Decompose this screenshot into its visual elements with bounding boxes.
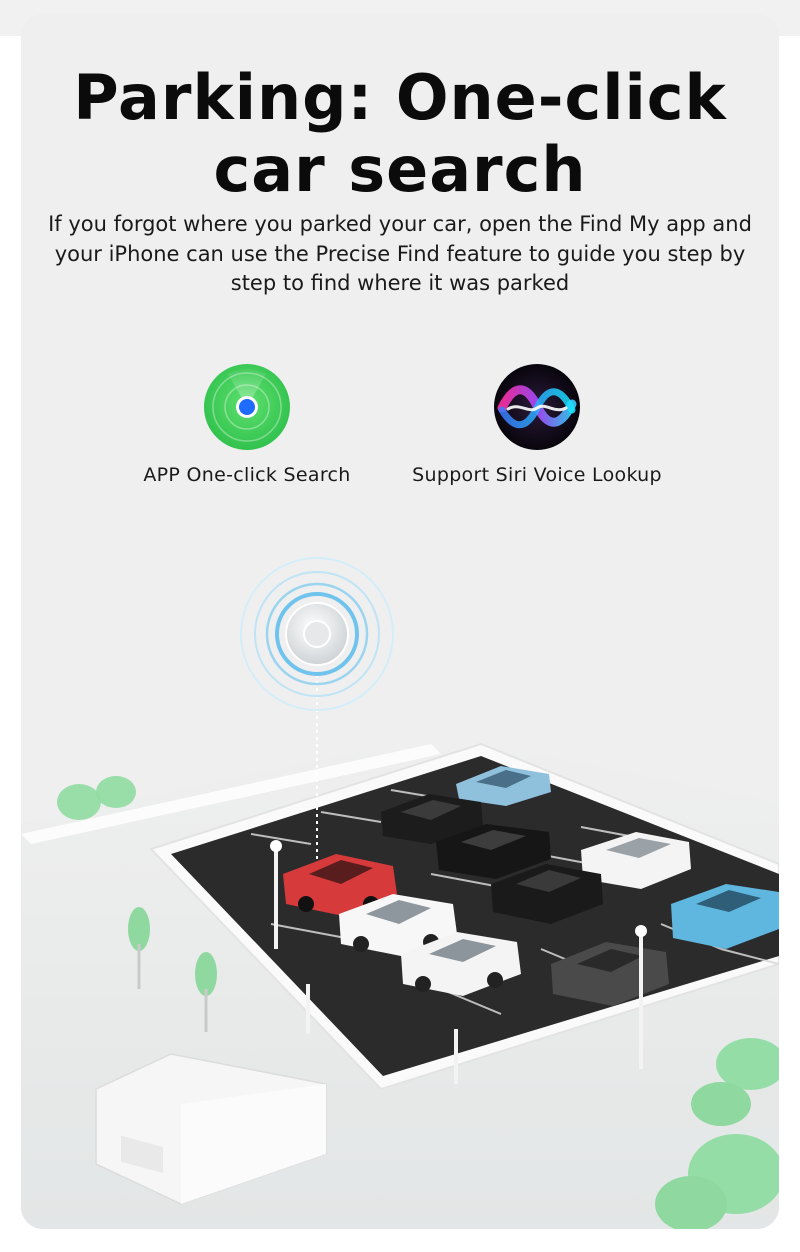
siri-icon: [494, 364, 580, 450]
title-line-2: car search: [213, 133, 587, 206]
description-line-3: step to find where it was parked: [230, 271, 570, 295]
feature-app-search: APP One-click Search: [122, 364, 372, 486]
page-title: Parking: One-click car search: [21, 62, 779, 206]
find-my-radar-icon: [204, 364, 290, 450]
description-line-2: your iPhone can use the Precise Find fea…: [54, 241, 746, 266]
feature-label-app-search: APP One-click Search: [143, 464, 351, 486]
airtag-tracker-icon: [285, 602, 349, 666]
description: If you forgot where you parked your car,…: [35, 210, 765, 299]
feature-label-siri: Support Siri Voice Lookup: [412, 464, 662, 486]
parking-lot-illustration: [21, 557, 779, 1229]
feature-siri: Support Siri Voice Lookup: [412, 364, 662, 486]
lamp-head: [635, 925, 647, 937]
title-line-1: Parking: One-click: [73, 61, 727, 134]
promo-card: Parking: One-click car search If you for…: [21, 14, 779, 1229]
description-line-1: If you forgot where you parked your car,…: [48, 212, 752, 236]
lamp-head: [270, 840, 282, 852]
